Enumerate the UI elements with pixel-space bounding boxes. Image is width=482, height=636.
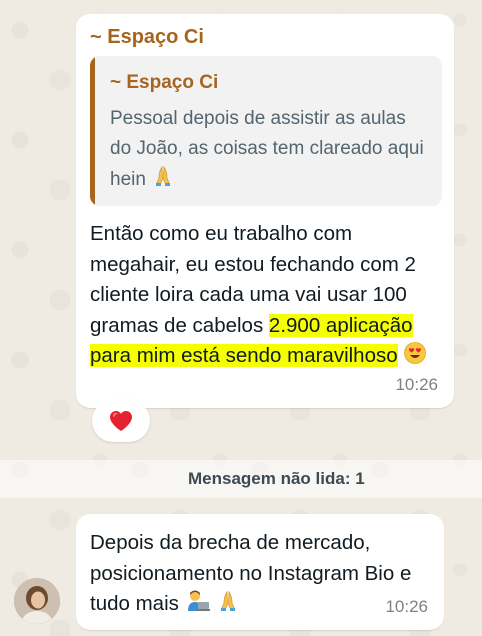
red-heart-icon [108, 409, 134, 433]
message-text: Então como eu trabalho com megahair, eu … [90, 219, 442, 375]
heart-eyes-icon [403, 341, 427, 375]
message-timestamp: 10:26 [395, 375, 438, 394]
praying-hands-icon [151, 164, 175, 198]
technologist-icon [185, 589, 211, 623]
avatar[interactable] [14, 578, 60, 624]
unread-divider-label: Mensagem não lida: 1 [188, 469, 365, 488]
message-text: Depois da brecha de mercado, posicioname… [90, 528, 430, 623]
message-text-body: Depois da brecha de mercado, posicioname… [90, 531, 412, 615]
quoted-text-block: Pessoal depois de assistir as aulas do J… [110, 104, 430, 198]
avatar-photo [14, 578, 60, 624]
praying-hands-icon [216, 589, 240, 623]
sender-name[interactable]: ~ Espaço Ci [90, 26, 204, 49]
message-bubble[interactable]: ~ Espaço Ci ~ Espaço Ci Pessoal depois d… [76, 14, 454, 408]
quoted-message[interactable]: ~ Espaço Ci Pessoal depois de assistir a… [90, 56, 442, 206]
reaction-badge[interactable] [92, 400, 150, 442]
message-timestamp: 10:26 [385, 597, 428, 616]
quoted-sender-name: ~ Espaço Ci [110, 72, 219, 93]
message-bubble[interactable]: Depois da brecha de mercado, posicioname… [76, 514, 444, 630]
quote-bar [90, 56, 95, 206]
